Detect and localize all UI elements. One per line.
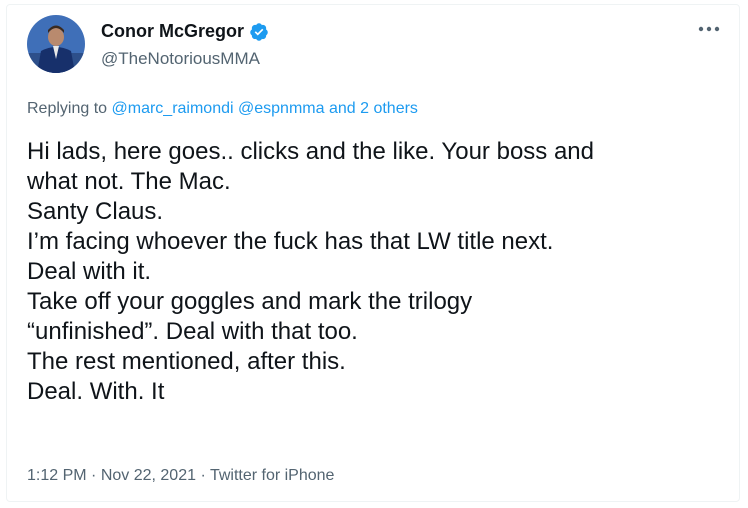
avatar[interactable] bbox=[27, 15, 85, 73]
replying-to: Replying to @marc_raimondi @espnmma and … bbox=[27, 100, 418, 118]
tweet-line: Take off your goggles and mark the trilo… bbox=[27, 288, 473, 315]
replying-connector: and bbox=[324, 100, 361, 117]
tweet-line: Deal. With. It bbox=[27, 378, 165, 405]
more-options-button[interactable] bbox=[695, 19, 723, 39]
avatar-image bbox=[27, 15, 85, 73]
verified-badge-icon bbox=[250, 22, 268, 41]
replying-prefix: Replying to bbox=[27, 100, 112, 117]
tweet-line: I’m facing whoever the fuck has that LW … bbox=[27, 228, 554, 255]
mention-link[interactable]: @espnmma bbox=[238, 100, 325, 117]
meta-separator: · bbox=[196, 467, 210, 484]
tweet-line: Hi lads, here goes.. clicks and the like… bbox=[27, 138, 594, 165]
tweet-line: what not. The Mac. bbox=[27, 168, 231, 195]
tweet-line: Deal with it. bbox=[27, 258, 152, 285]
tweet-source[interactable]: Twitter for iPhone bbox=[210, 467, 335, 484]
tweet-text: Hi lads, here goes.. clicks and the like… bbox=[27, 137, 727, 407]
tweet-line: The rest mentioned, after this. bbox=[27, 348, 346, 375]
author-handle[interactable]: @TheNotoriousMMA bbox=[101, 49, 260, 69]
mention-link[interactable]: @marc_raimondi bbox=[112, 100, 234, 117]
tweet-meta: 1:12 PM · Nov 22, 2021 · Twitter for iPh… bbox=[27, 467, 334, 485]
author-name[interactable]: Conor McGregor bbox=[101, 21, 244, 42]
tweet-line: “unfinished”. Deal with that too. bbox=[27, 318, 358, 345]
more-horizontal-icon bbox=[698, 26, 720, 32]
tweet-date[interactable]: Nov 22, 2021 bbox=[101, 467, 196, 484]
others-link[interactable]: 2 others bbox=[360, 100, 418, 117]
tweet-card: Conor McGregor @TheNotoriousMMA Replying… bbox=[6, 4, 740, 502]
meta-separator: · bbox=[86, 467, 101, 484]
tweet-line: Santy Claus. bbox=[27, 198, 164, 225]
tweet-time[interactable]: 1:12 PM bbox=[27, 467, 87, 484]
